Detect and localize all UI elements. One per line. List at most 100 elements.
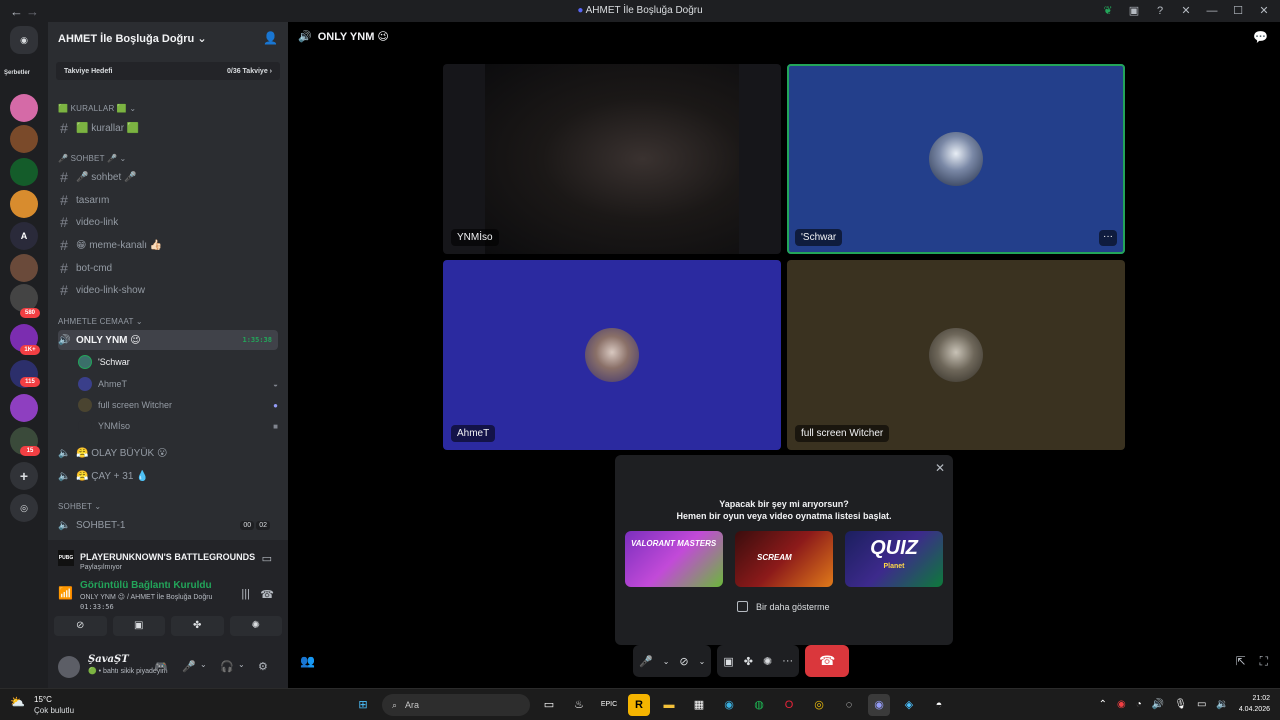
windows-start-icon[interactable]: ⊞ bbox=[352, 694, 374, 716]
boost-goal-bar[interactable]: Takviye Hedefi 0/36 Takviye › bbox=[56, 62, 280, 80]
store-icon[interactable]: ▦ bbox=[688, 694, 710, 716]
voice-user[interactable]: full screen Witcher ● bbox=[78, 395, 278, 415]
microphone-icon[interactable]: 🎤 bbox=[639, 655, 653, 668]
checkbox-box[interactable] bbox=[737, 601, 748, 612]
voice-channel-olay[interactable]: 🔈 😤 OLAY BÜYÜK 😮 bbox=[58, 443, 278, 463]
chevron-down-icon[interactable]: ⌄ bbox=[200, 660, 207, 669]
headphones-icon[interactable]: 🎧 bbox=[220, 660, 234, 673]
file-explorer-icon[interactable]: ▬ bbox=[658, 694, 680, 716]
category-kurallar[interactable]: 🟩 KURALLAR 🟩 ⌄ bbox=[58, 104, 136, 113]
server-icon[interactable] bbox=[10, 254, 38, 282]
screen-share-icon[interactable]: ▭ bbox=[262, 552, 272, 565]
microphone-icon[interactable]: 🎤 bbox=[182, 660, 196, 673]
voice-user[interactable]: 'Schwar bbox=[78, 352, 278, 372]
more-options-button[interactable]: ··· bbox=[1099, 230, 1117, 246]
inbox-icon[interactable]: ▣ bbox=[1126, 3, 1142, 19]
deafen-game-icon[interactable]: 🎮 bbox=[154, 660, 168, 673]
mic-tray-icon[interactable]: 🎙 bbox=[1174, 699, 1187, 710]
camera-off-button[interactable]: ⊘ bbox=[54, 616, 107, 636]
epic-games-icon[interactable]: EPIC bbox=[598, 694, 620, 716]
pop-out-icon[interactable]: ⇱ bbox=[1236, 654, 1246, 669]
discover-icon[interactable]: ◎ bbox=[10, 494, 38, 522]
noise-suppression-icon[interactable]: ||| bbox=[241, 588, 250, 600]
chevron-down-icon[interactable]: ⌄ bbox=[699, 657, 706, 666]
more-icon[interactable]: ··· bbox=[782, 655, 793, 667]
leaf-icon[interactable]: ❦ bbox=[1100, 3, 1116, 19]
activity-card-scream[interactable]: SCREAM bbox=[735, 531, 833, 587]
steam-icon[interactable]: ♨ bbox=[568, 694, 590, 716]
disconnect-icon[interactable]: ☎ bbox=[260, 588, 274, 601]
minimize-icon[interactable]: — bbox=[1204, 3, 1220, 19]
voice-channel-sohbet-1[interactable]: 🔈 SOHBET-1 00 02 bbox=[58, 515, 278, 535]
opera-icon[interactable]: O bbox=[778, 694, 800, 716]
add-server-icon[interactable]: + bbox=[10, 462, 38, 490]
maximize-icon[interactable]: ☐ bbox=[1230, 3, 1246, 19]
clock[interactable]: 21:02 4.04.2026 bbox=[1239, 693, 1270, 715]
video-tile-witcher[interactable]: full screen Witcher bbox=[787, 260, 1125, 450]
server-icon[interactable] bbox=[10, 190, 38, 218]
app-icon[interactable]: ◈ bbox=[898, 694, 920, 716]
category-sohbet-voice[interactable]: SOHBET ⌄ bbox=[58, 502, 101, 511]
discord-taskbar-icon[interactable]: ◉ bbox=[868, 694, 890, 716]
guild-header[interactable]: AHMET İle Boşluğa Doğru ⌄ 👤 bbox=[48, 22, 288, 54]
spotify-icon[interactable]: ◍ bbox=[748, 694, 770, 716]
edge-icon[interactable]: ◉ bbox=[718, 694, 740, 716]
volume-icon[interactable]: 🔊 bbox=[1152, 699, 1164, 710]
wifi-icon[interactable]: ◔ bbox=[1136, 699, 1142, 710]
discord-home-icon[interactable]: ◉ bbox=[10, 26, 38, 54]
channel-meme[interactable]: # 😁 meme-kanalı 👍🏻 bbox=[58, 235, 278, 255]
tray-app-icon[interactable]: ◉ bbox=[1117, 699, 1126, 710]
app-icon[interactable]: ◓ bbox=[928, 694, 950, 716]
video-tile-ahmet[interactable]: AhmeT bbox=[443, 260, 781, 450]
channel-bot-cmd[interactable]: # bot-cmd bbox=[58, 258, 278, 278]
tools-icon[interactable]: ✕ bbox=[1178, 3, 1194, 19]
channel-sohbet[interactable]: # 🎤 sohbet 🎤 bbox=[58, 167, 278, 187]
invite-icon[interactable]: 👤 bbox=[263, 31, 278, 45]
leave-call-button[interactable]: ☎ bbox=[805, 645, 850, 677]
invite-to-call-icon[interactable]: 👥 bbox=[300, 654, 315, 668]
category-ahmetle-cemaat[interactable]: AHMETLE CEMAAT ⌄ bbox=[58, 317, 143, 326]
channel-video-link-show[interactable]: # video-link-show bbox=[58, 280, 278, 300]
soundboard-icon[interactable]: ✺ bbox=[763, 655, 772, 668]
channel-kurallar[interactable]: # 🟩 kurallar 🟩 bbox=[58, 118, 278, 138]
chrome-icon[interactable]: ◎ bbox=[808, 694, 830, 716]
video-tile-schwar[interactable]: 'Schwar ··· bbox=[787, 64, 1125, 254]
fullscreen-icon[interactable]: ⛶ bbox=[1260, 654, 1268, 669]
server-icon[interactable]: A bbox=[10, 222, 38, 250]
server-icon[interactable] bbox=[10, 158, 38, 186]
chevron-down-icon[interactable]: ⌄ bbox=[663, 657, 670, 666]
settings-gear-icon[interactable]: ⚙ bbox=[258, 660, 268, 673]
app-icon[interactable]: ◌ bbox=[838, 694, 860, 716]
user-display-name[interactable]: ŞavaŞT bbox=[88, 654, 129, 665]
display-icon[interactable]: ▭ bbox=[1197, 699, 1206, 710]
taskbar-search[interactable]: ⌕ Ara bbox=[382, 694, 530, 716]
dont-show-again-checkbox[interactable]: Bir daha gösterme bbox=[737, 601, 830, 612]
rockstar-icon[interactable]: R bbox=[628, 694, 650, 716]
camera-off-icon[interactable]: ⊘ bbox=[679, 655, 688, 668]
task-view-icon[interactable]: ▭ bbox=[538, 694, 560, 716]
chevron-up-icon[interactable]: ⌃ bbox=[1099, 699, 1107, 710]
voice-channel-cay[interactable]: 🔈 😤 ÇAY + 31 💧 bbox=[58, 466, 278, 486]
server-icon[interactable] bbox=[10, 94, 38, 122]
signal-icon[interactable]: 📶 bbox=[58, 586, 73, 600]
avatar[interactable] bbox=[58, 656, 80, 678]
voice-user[interactable]: AhmeT ◒ bbox=[78, 374, 278, 394]
chevron-down-icon[interactable]: ⌄ bbox=[238, 660, 245, 669]
channel-tasarim[interactable]: # tasarım bbox=[58, 190, 278, 210]
activity-card-quiz[interactable]: QUIZ Planet bbox=[845, 531, 943, 587]
channel-video-link[interactable]: # video-link bbox=[58, 212, 278, 232]
server-icon[interactable] bbox=[10, 394, 38, 422]
close-icon[interactable]: ✕ bbox=[1256, 3, 1272, 19]
activities-button[interactable]: ✤ bbox=[171, 616, 224, 636]
soundboard-button[interactable]: ✺ bbox=[229, 616, 282, 636]
activities-icon[interactable]: ✤ bbox=[744, 655, 753, 668]
connection-title[interactable]: Görüntülü Bağlantı Kuruldu bbox=[80, 580, 212, 591]
server-icon[interactable] bbox=[10, 125, 38, 153]
activity-card-valorant[interactable]: VALORANT MASTERS bbox=[625, 531, 723, 587]
voice-channel-only-ynm[interactable]: 🔊 ONLY YNM 😉 1:35:38 bbox=[58, 330, 278, 350]
category-sohbet[interactable]: 🎤 SOHBET 🎤 ⌄ bbox=[58, 154, 126, 163]
connection-channel[interactable]: ONLY YNM 😉 / AHMET İle Boşluğa Doğru bbox=[80, 593, 212, 601]
share-screen-button[interactable]: ▣ bbox=[112, 616, 165, 636]
close-popup-button[interactable]: ✕ bbox=[935, 461, 945, 475]
video-tile-ynmiso[interactable]: YNMİso bbox=[443, 64, 781, 254]
